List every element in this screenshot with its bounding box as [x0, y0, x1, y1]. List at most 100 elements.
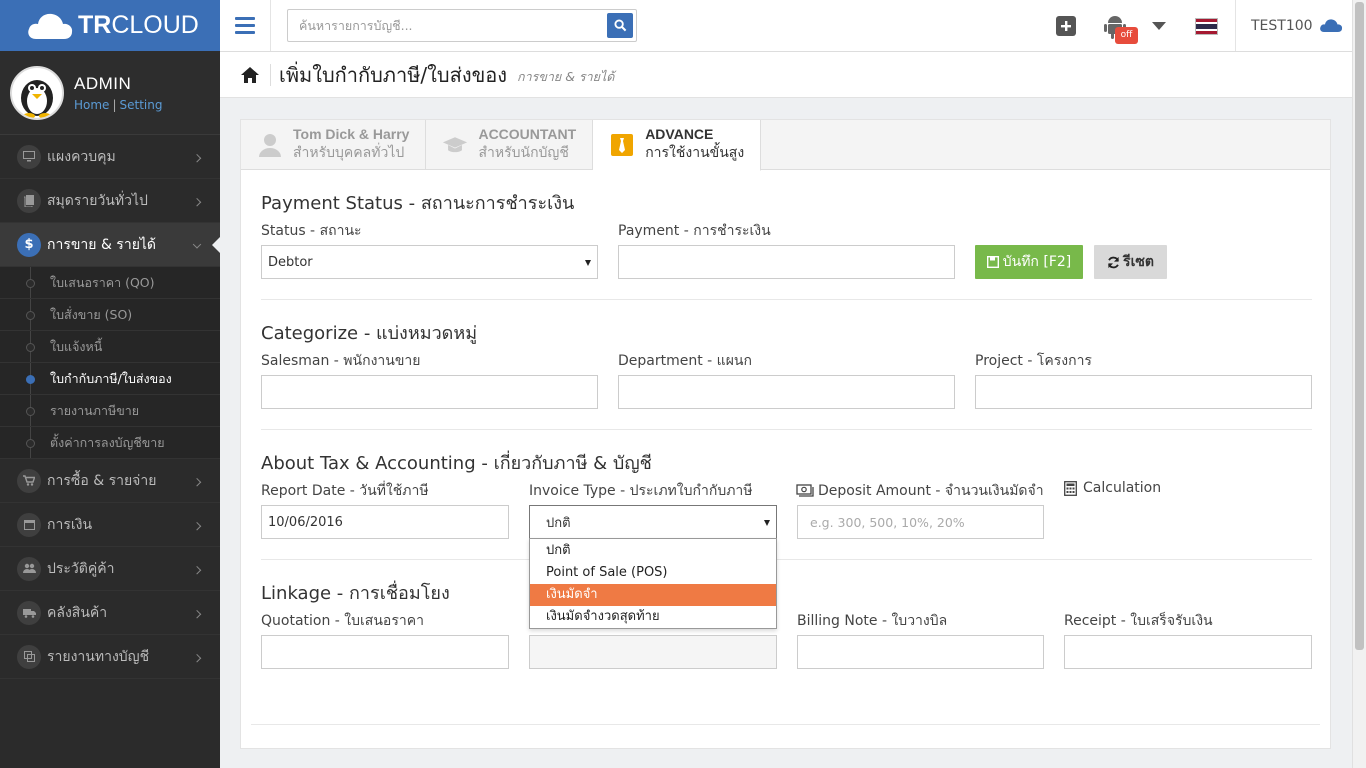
page-header: เพิ่มใบกำกับภาษี/ใบส่งของ การขาย & รายได…	[220, 52, 1352, 98]
sidebar-item-inventory[interactable]: คลังสินค้า	[0, 591, 220, 635]
department-label: Department - แผนก	[618, 353, 752, 369]
home-icon[interactable]	[240, 66, 260, 84]
billing-note-input[interactable]	[797, 635, 1044, 669]
money-icon	[796, 483, 814, 497]
categorize-section-title: Categorize - แบ่งหมวดหมู่	[261, 323, 478, 344]
dropdown-option[interactable]: ปกติ	[530, 540, 776, 562]
status-badge: off	[1115, 27, 1138, 44]
sidebar-subitem-sales-settings[interactable]: ตั้งค่าการลงบัญชีขาย	[0, 427, 220, 459]
copy-icon	[17, 644, 41, 669]
status-select[interactable]: Debtor	[261, 245, 598, 279]
sidebar-item-label: สมุดรายวันทั่วไป	[47, 192, 148, 209]
search-input[interactable]	[288, 10, 588, 41]
tab-advance[interactable]: ADVANCE การใช้งานขั้นสูง	[593, 120, 762, 171]
sidebar-item-label: คลังสินค้า	[47, 604, 108, 621]
search-button[interactable]	[607, 13, 633, 38]
sidebar-subitem-sales-order[interactable]: ใบสั่งขาย (SO)	[0, 299, 220, 331]
profile-name: ADMIN	[74, 73, 132, 93]
brand-logo[interactable]: TRCLOUD	[0, 0, 220, 51]
tax-section-title: About Tax & Accounting - เกี่ยวกับภาษี &…	[261, 453, 652, 474]
invoice-type-label: Invoice Type - ประเภทใบกำกับภาษี	[529, 483, 753, 499]
users-icon	[17, 556, 41, 581]
mode-tabs: Tom Dick & Harry สำหรับบุคคลทั่วไป ACCOUN…	[241, 120, 1330, 171]
brand-name: TRCLOUD	[78, 11, 199, 39]
form-panel: Tom Dick & Harry สำหรับบุคคลทั่วไป ACCOUN…	[240, 119, 1331, 749]
truck-icon	[17, 600, 41, 625]
menu-toggle-button[interactable]	[220, 0, 271, 51]
sidebar-item-label: การขาย & รายได้	[47, 236, 157, 253]
receipt-label: Receipt - ใบเสร็จรับเงิน	[1064, 613, 1213, 629]
home-link[interactable]: Home	[74, 98, 109, 112]
report-date-input[interactable]: 10/06/2016	[261, 505, 509, 539]
sidebar-subitem-tax-invoice[interactable]: ใบกำกับภาษี/ใบส่งของ	[0, 363, 220, 395]
dropdown-option[interactable]: Point of Sale (POS)	[530, 562, 776, 584]
sidebar-item-partners[interactable]: ประวัติคู่ค้า	[0, 547, 220, 591]
sidebar-item-purchases[interactable]: การซื้อ & รายจ่าย	[0, 459, 220, 503]
search-icon	[613, 19, 626, 32]
report-date-label: Report Date - วันที่ใช้ภาษี	[261, 483, 429, 499]
thai-flag-icon[interactable]	[1195, 18, 1218, 35]
invoice-type-dropdown: ปกติ Point of Sale (POS) เงินมัดจำ เงินม…	[529, 538, 777, 629]
calculation-label[interactable]: Calculation	[1064, 480, 1161, 496]
sidebar-subitem-invoice[interactable]: ใบแจ้งหนี้	[0, 331, 220, 363]
payment-section-title: Payment Status - สถานะการชำระเงิน	[261, 193, 575, 214]
tab-accountant[interactable]: ACCOUNTANT สำหรับนักบัญชี	[426, 120, 594, 170]
avatar	[10, 65, 64, 120]
sidebar-item-label: รายงานทางบัญชี	[47, 648, 150, 665]
payment-label: Payment - การชำระเงิน	[618, 223, 771, 239]
scroll-thumb[interactable]	[1355, 2, 1364, 650]
sidebar-item-label: แผงควบคุม	[47, 148, 116, 165]
dollar-icon: $	[17, 232, 41, 257]
book-icon	[17, 188, 41, 213]
page-subtitle: การขาย & รายได้	[517, 68, 615, 84]
calendar-icon	[17, 512, 41, 537]
quotation-label: Quotation - ใบเสนอราคา	[261, 613, 424, 629]
payment-input[interactable]	[618, 245, 955, 279]
sidebar-item-reports[interactable]: รายงานทางบัญชี	[0, 635, 220, 679]
save-icon	[986, 256, 999, 268]
receipt-input[interactable]	[1064, 635, 1312, 669]
tie-icon	[609, 132, 635, 158]
sidebar-subitem-quotation[interactable]: ใบเสนอราคา (QO)	[0, 267, 220, 299]
status-label: Status - สถานะ	[261, 223, 362, 239]
sidebar-item-dashboard[interactable]: แผงควบคุม	[0, 135, 220, 179]
dropdown-option-selected[interactable]: เงินมัดจำ	[530, 584, 776, 606]
billing-note-label: Billing Note - ใบวางบิล	[797, 613, 948, 629]
sidebar: ADMIN Home | Setting แผงควบคุม สมุดรายวันท…	[0, 51, 220, 768]
deposit-amount-input[interactable]: e.g. 300, 500, 10%, 20%	[797, 505, 1044, 539]
add-button[interactable]	[1056, 16, 1076, 36]
sidebar-item-label: การเงิน	[47, 516, 93, 533]
sidebar-item-label: ประวัติคู่ค้า	[47, 560, 115, 577]
top-bar: off TEST100	[220, 0, 1352, 52]
department-input[interactable]	[618, 375, 955, 409]
scrollbar[interactable]	[1352, 0, 1366, 768]
profile-panel: ADMIN Home | Setting	[0, 51, 220, 135]
salesman-input[interactable]	[261, 375, 598, 409]
chevron-down-icon[interactable]	[1152, 22, 1166, 30]
sidebar-item-finance[interactable]: การเงิน	[0, 503, 220, 547]
sidebar-item-journal[interactable]: สมุดรายวันทั่วไป	[0, 179, 220, 223]
page-title: เพิ่มใบกำกับภาษี/ใบส่งของ	[279, 62, 508, 87]
setting-link[interactable]: Setting	[119, 98, 162, 112]
search-box	[287, 9, 637, 42]
reset-button[interactable]: รีเซต	[1094, 245, 1167, 279]
username: TEST100	[1251, 17, 1313, 34]
linkage-section-title: Linkage - การเชื่อมโยง	[261, 583, 450, 604]
graduation-cap-icon	[442, 132, 468, 158]
sidebar-subitem-sales-tax-report[interactable]: รายงานภาษีขาย	[0, 395, 220, 427]
dropdown-option[interactable]: เงินมัดจำงวดสุดท้าย	[530, 606, 776, 628]
calculator-icon	[1064, 480, 1077, 496]
tab-general[interactable]: Tom Dick & Harry สำหรับบุคคลทั่วไป	[241, 120, 427, 170]
cart-icon	[17, 468, 41, 493]
deposit-label: Deposit Amount - จำนวนเงินมัดจำ	[796, 480, 1044, 502]
quotation-input[interactable]	[261, 635, 509, 669]
salesman-label: Salesman - พนักงานขาย	[261, 353, 421, 369]
sidebar-item-sales[interactable]: $ การขาย & รายได้	[0, 223, 220, 267]
project-input[interactable]	[975, 375, 1312, 409]
save-button[interactable]: บันทึก [F2]	[975, 245, 1083, 279]
project-label: Project - โครงการ	[975, 353, 1092, 369]
sales-order-input[interactable]	[529, 635, 777, 669]
user-menu[interactable]: TEST100	[1235, 0, 1352, 51]
invoice-type-select[interactable]: ปกติ	[529, 505, 777, 539]
cloud-icon	[1319, 19, 1342, 32]
